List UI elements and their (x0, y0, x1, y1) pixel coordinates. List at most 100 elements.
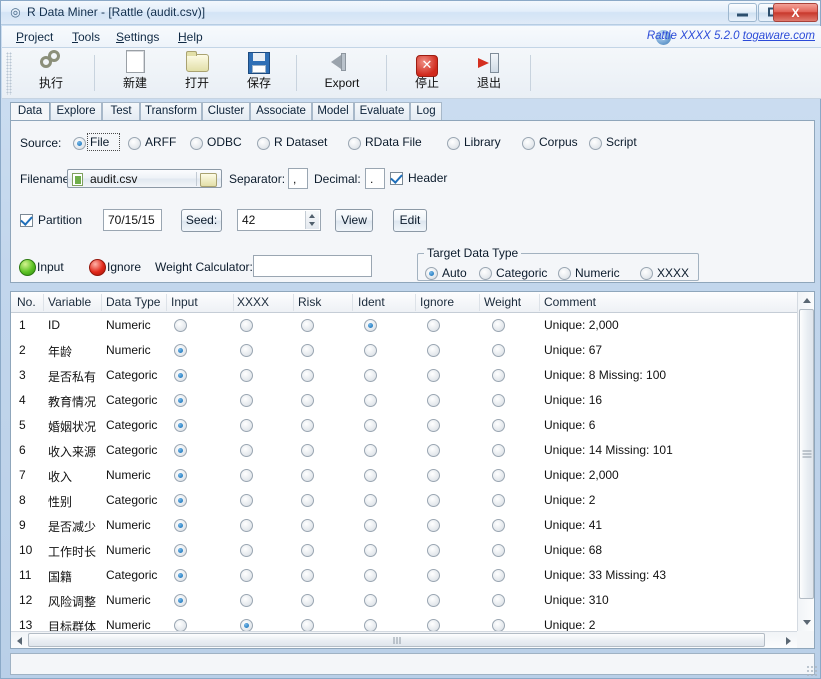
view-button[interactable]: View (335, 209, 373, 232)
role-radio-weight[interactable] (492, 569, 505, 582)
brand-site[interactable]: togaware.com (743, 30, 815, 42)
table-row[interactable]: 13 目标群体 Numeric Unique: 2 (11, 613, 797, 631)
partition-label[interactable]: Partition (38, 213, 82, 227)
role-radio-risk[interactable] (301, 544, 314, 557)
role-radio-weight[interactable] (492, 444, 505, 457)
role-radio-risk[interactable] (301, 344, 314, 357)
tab-test[interactable]: Test (102, 102, 140, 121)
role-radio-ident[interactable] (364, 519, 377, 532)
role-radio-weight[interactable] (492, 494, 505, 507)
source-radio-corpus[interactable] (522, 137, 535, 150)
role-radio-ignore[interactable] (427, 544, 440, 557)
role-radio-input[interactable] (174, 569, 187, 582)
role-radio-ident[interactable] (364, 369, 377, 382)
role-radio-ident[interactable] (364, 469, 377, 482)
role-radio-xxxx[interactable] (240, 594, 253, 607)
role-radio-risk[interactable] (301, 469, 314, 482)
toolbar-button-open[interactable]: 打开 (166, 50, 228, 96)
role-radio-xxxx[interactable] (240, 394, 253, 407)
header-checkbox[interactable] (390, 172, 403, 185)
role-radio-ignore[interactable] (427, 419, 440, 432)
column-header-variable[interactable]: Variable (48, 295, 91, 309)
role-radio-input[interactable] (174, 544, 187, 557)
tab-associate[interactable]: Associate (250, 102, 312, 121)
table-row[interactable]: 4 教育情况 Categoric Unique: 16 (11, 388, 797, 413)
tab-transform[interactable]: Transform (140, 102, 202, 121)
source-radio-library[interactable] (447, 137, 460, 150)
role-radio-ignore[interactable] (427, 519, 440, 532)
role-radio-xxxx[interactable] (240, 569, 253, 582)
role-radio-xxxx[interactable] (240, 419, 253, 432)
role-radio-ident[interactable] (364, 619, 377, 631)
column-header-xxxx[interactable]: XXXX (237, 295, 269, 309)
partition-ratio-input[interactable]: 70/15/15 (103, 209, 162, 231)
table-row[interactable]: 8 性别 Categoric Unique: 2 (11, 488, 797, 513)
source-label-arff[interactable]: ARFF (145, 135, 176, 149)
role-radio-input[interactable] (174, 594, 187, 607)
role-radio-risk[interactable] (301, 394, 314, 407)
seed-button[interactable]: Seed: (181, 209, 222, 232)
tab-log[interactable]: Log (410, 102, 442, 121)
role-radio-risk[interactable] (301, 319, 314, 332)
close-button[interactable]: X (773, 3, 818, 22)
menu-settings[interactable]: Settings (112, 29, 163, 45)
role-radio-xxxx[interactable] (240, 469, 253, 482)
table-vscroll-thumb[interactable] (799, 309, 814, 599)
role-radio-risk[interactable] (301, 619, 314, 631)
header-label[interactable]: Header (408, 171, 447, 185)
table-row[interactable]: 2 年龄 Numeric Unique: 67 (11, 338, 797, 363)
role-radio-input[interactable] (174, 394, 187, 407)
role-radio-ignore[interactable] (427, 619, 440, 631)
toolbar-button-new[interactable]: 新建 (104, 50, 166, 96)
decimal-input[interactable]: . (365, 168, 385, 189)
scroll-up-arrow-icon[interactable] (799, 293, 814, 308)
role-radio-xxxx[interactable] (240, 369, 253, 382)
tab-data[interactable]: Data (10, 102, 50, 121)
tdt-radio-numeric[interactable] (558, 267, 571, 280)
source-radio-arff[interactable] (128, 137, 141, 150)
role-radio-xxxx[interactable] (240, 319, 253, 332)
role-radio-ignore[interactable] (427, 344, 440, 357)
role-radio-ident[interactable] (364, 344, 377, 357)
weight-calculator-input[interactable] (253, 255, 372, 277)
source-label-corpus[interactable]: Corpus (539, 135, 578, 149)
seed-input[interactable]: 42 (237, 209, 321, 231)
table-horizontal-scrollbar[interactable] (11, 631, 797, 648)
role-radio-ident[interactable] (364, 419, 377, 432)
source-radio-odbc[interactable] (190, 137, 203, 150)
role-radio-risk[interactable] (301, 369, 314, 382)
role-radio-xxxx[interactable] (240, 619, 253, 631)
role-radio-ignore[interactable] (427, 319, 440, 332)
column-header-ident[interactable]: Ident (358, 295, 385, 309)
tdt-radio-categoric[interactable] (479, 267, 492, 280)
toolbar-button-export[interactable]: Export (306, 50, 378, 96)
role-radio-input[interactable] (174, 444, 187, 457)
role-radio-weight[interactable] (492, 394, 505, 407)
source-label-rdataset[interactable]: R Dataset (274, 135, 327, 149)
role-radio-input[interactable] (174, 419, 187, 432)
toolbar-button-save[interactable]: 保存 (228, 50, 290, 96)
source-radio-script[interactable] (589, 137, 602, 150)
table-row[interactable]: 6 收入来源 Categoric Unique: 14 Missing: 101 (11, 438, 797, 463)
table-row[interactable]: 5 婚姻状况 Categoric Unique: 6 (11, 413, 797, 438)
role-radio-weight[interactable] (492, 344, 505, 357)
role-radio-risk[interactable] (301, 594, 314, 607)
menu-tools[interactable]: Tools (68, 29, 104, 45)
role-radio-ident[interactable] (364, 494, 377, 507)
minimize-button[interactable] (728, 3, 757, 22)
role-radio-ignore[interactable] (427, 444, 440, 457)
source-label-script[interactable]: Script (606, 135, 637, 149)
toolbar-grip[interactable] (6, 52, 12, 95)
role-radio-risk[interactable] (301, 444, 314, 457)
column-header-no[interactable]: No. (17, 295, 36, 309)
menu-help[interactable]: Help (174, 29, 207, 45)
role-radio-weight[interactable] (492, 319, 505, 332)
table-row[interactable]: 11 国籍 Categoric Unique: 33 Missing: 43 (11, 563, 797, 588)
role-radio-input[interactable] (174, 344, 187, 357)
scroll-right-arrow-icon[interactable] (781, 633, 796, 648)
role-radio-ident[interactable] (364, 319, 377, 332)
role-radio-ignore[interactable] (427, 369, 440, 382)
table-row[interactable]: 9 是否减少 Numeric Unique: 41 (11, 513, 797, 538)
table-hscroll-thumb[interactable] (28, 633, 765, 647)
toolbar-button-stop[interactable]: ✕ 停止 (396, 50, 458, 96)
